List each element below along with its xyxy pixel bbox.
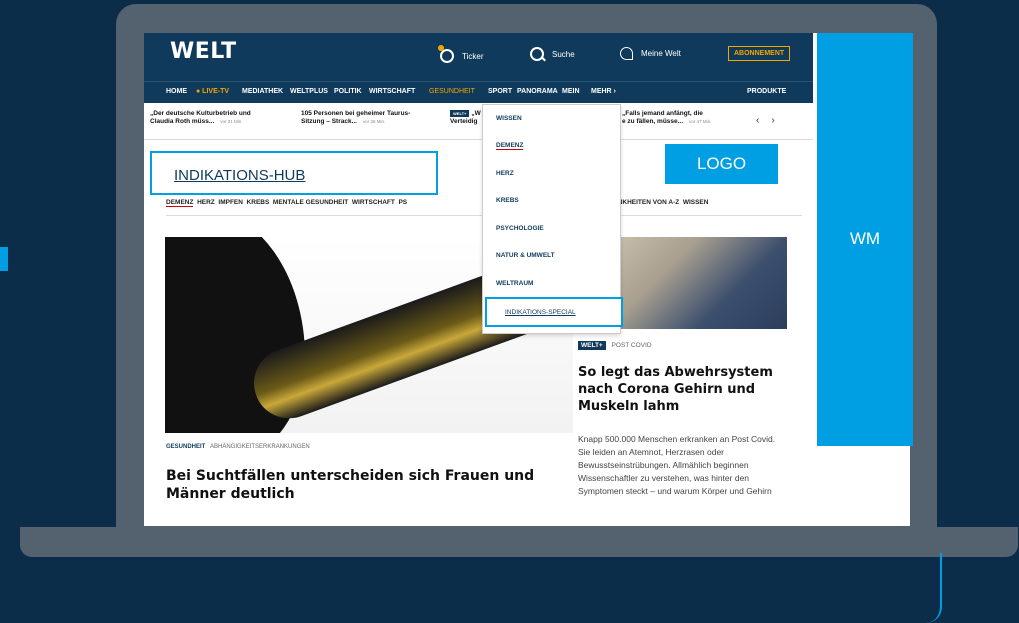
- teaser-line: „Der deutsche Kulturbetrieb und: [150, 110, 251, 117]
- wm-placeholder: WM: [817, 33, 913, 446]
- kicker-category[interactable]: GESUNDHEIT: [166, 444, 205, 450]
- welt-logo[interactable]: WELT: [170, 39, 237, 64]
- side-headline[interactable]: So legt das Abwehrsystem nach Corona Geh…: [578, 364, 793, 415]
- sub-nav-right[interactable]: ANKHEITEN VON A-Z WISSEN: [613, 199, 708, 206]
- search-button[interactable]: Suche: [530, 47, 575, 61]
- teaser-time: vor 21 Min.: [220, 119, 243, 124]
- meine-welt-link[interactable]: Meine Welt: [620, 47, 681, 60]
- clock-icon: [438, 45, 454, 63]
- search-label: Suche: [552, 49, 575, 59]
- side-teaser-text: Knapp 500.000 Menschen erkranken an Post…: [578, 434, 776, 496]
- kicker-topic: ABHÄNGIGKEITSERKRANKUNGEN: [210, 444, 310, 450]
- nav-item-mein[interactable]: MEIN: [562, 88, 580, 95]
- nav-item-weltplus[interactable]: WELTPLUS: [290, 88, 328, 95]
- dropdown-item-weltraum[interactable]: WELTRAUM: [496, 280, 533, 287]
- teaser-item[interactable]: WELT+ „W Verteidig: [450, 110, 481, 126]
- accent-bar: [0, 247, 8, 271]
- teaser-arrows: ‹ ›: [756, 115, 775, 126]
- dropdown-item-natur-umwelt[interactable]: NATUR & UMWELT: [496, 252, 555, 259]
- user-icon: [620, 47, 633, 60]
- subnav-item-demenz[interactable]: DEMENZ: [166, 199, 194, 207]
- indikations-hub-box[interactable]: INDIKATIONS-HUB: [150, 151, 438, 195]
- nav-item-mehr[interactable]: MEHR ›: [591, 88, 616, 95]
- teaser-line: „W: [471, 110, 481, 117]
- teaser-line: Verteidig: [450, 118, 478, 125]
- teaser-line: „Falls jemand anfängt, die: [622, 110, 703, 117]
- teaser-item[interactable]: „Falls jemand anfängt, die e zu fällen, …: [622, 110, 711, 126]
- nav-item-live-tv[interactable]: ● LIVE-TV: [196, 88, 229, 95]
- indikations-special-box[interactable]: INDIKATIONS-SPECIAL: [485, 297, 623, 327]
- dropdown-item-psychologie[interactable]: PSYCHOLOGIE: [496, 225, 544, 232]
- kicker-topic: POST COVID: [611, 342, 652, 349]
- dropdown-item-demenz[interactable]: DEMENZ: [496, 142, 524, 150]
- dropdown-item-krebs[interactable]: KREBS: [496, 197, 519, 204]
- logo-placeholder: LOGO: [665, 144, 778, 184]
- browser-screen: WELT Ticker Suche Meine Welt ABONNEMENT …: [144, 33, 910, 526]
- dropdown-item-wissen[interactable]: WISSEN: [496, 115, 522, 122]
- abonnement-button[interactable]: ABONNEMENT: [728, 46, 791, 61]
- dropdown-item-herz[interactable]: HERZ: [496, 170, 514, 177]
- nav-item-home[interactable]: HOME: [166, 88, 187, 95]
- teaser-line: Claudia Roth müss...: [150, 118, 215, 125]
- search-icon: [530, 47, 544, 61]
- welt-plus-badge: WELT+: [450, 110, 470, 117]
- main-headline[interactable]: Bei Suchtfällen unterscheiden sich Fraue…: [166, 467, 566, 503]
- teaser-time: vor 26 Min.: [363, 119, 386, 124]
- wm-label: WM: [849, 229, 881, 248]
- teaser-item[interactable]: „Der deutsche Kulturbetrieb und Claudia …: [150, 110, 251, 126]
- decorative-curve: [926, 553, 942, 623]
- teaser-item[interactable]: 105 Personen bei geheimer Taurus- Sitzun…: [301, 110, 410, 126]
- teaser-line: e zu fällen, müsse...: [622, 118, 684, 125]
- meine-welt-label: Meine Welt: [641, 49, 681, 58]
- indikations-special-link[interactable]: INDIKATIONS-SPECIAL: [505, 309, 576, 316]
- indikations-hub-link[interactable]: INDIKATIONS-HUB: [174, 167, 305, 184]
- nav-item-politik[interactable]: POLITIK: [334, 88, 362, 95]
- main-nav: HOME ● LIVE-TV MEDIATHEK WELTPLUS POLITI…: [144, 81, 813, 104]
- chevron-left-icon[interactable]: ‹: [756, 115, 759, 126]
- teaser-line: Sitzung – Strack...: [301, 118, 357, 125]
- laptop-base: [20, 527, 1018, 557]
- nav-item-gesundheit[interactable]: GESUNDHEIT: [429, 88, 475, 95]
- subnav-items[interactable]: HERZ IMPFEN KREBS MENTALE GESUNDHEIT WIR…: [197, 199, 407, 206]
- news-ticker: „Der deutsche Kulturbetrieb und Claudia …: [144, 103, 813, 140]
- nav-item-mediathek[interactable]: MEDIATHEK: [242, 88, 283, 95]
- ticker-label: Ticker: [462, 51, 484, 61]
- teaser-time: vor 47 Min.: [689, 119, 712, 124]
- nav-item-produkte[interactable]: PRODUKTE: [747, 88, 786, 95]
- nav-item-sport[interactable]: SPORT: [488, 88, 512, 95]
- chevron-right-icon[interactable]: ›: [771, 115, 774, 126]
- side-kicker: WELT+ POST COVID: [578, 341, 652, 350]
- teaser-line: 105 Personen bei geheimer Taurus-: [301, 110, 411, 117]
- ticker-link[interactable]: Ticker: [438, 45, 484, 63]
- sub-nav: DEMENZ HERZ IMPFEN KREBS MENTALE GESUNDH…: [166, 199, 407, 207]
- site-header: WELT Ticker Suche Meine Welt ABONNEMENT …: [144, 33, 813, 103]
- welt-plus-badge: WELT+: [578, 341, 606, 350]
- main-kicker: GESUNDHEIT ABHÄNGIGKEITSERKRANKUNGEN: [166, 444, 310, 450]
- nav-item-panorama[interactable]: PANORAMA: [517, 88, 558, 95]
- nav-item-wirtschaft[interactable]: WIRTSCHAFT: [369, 88, 415, 95]
